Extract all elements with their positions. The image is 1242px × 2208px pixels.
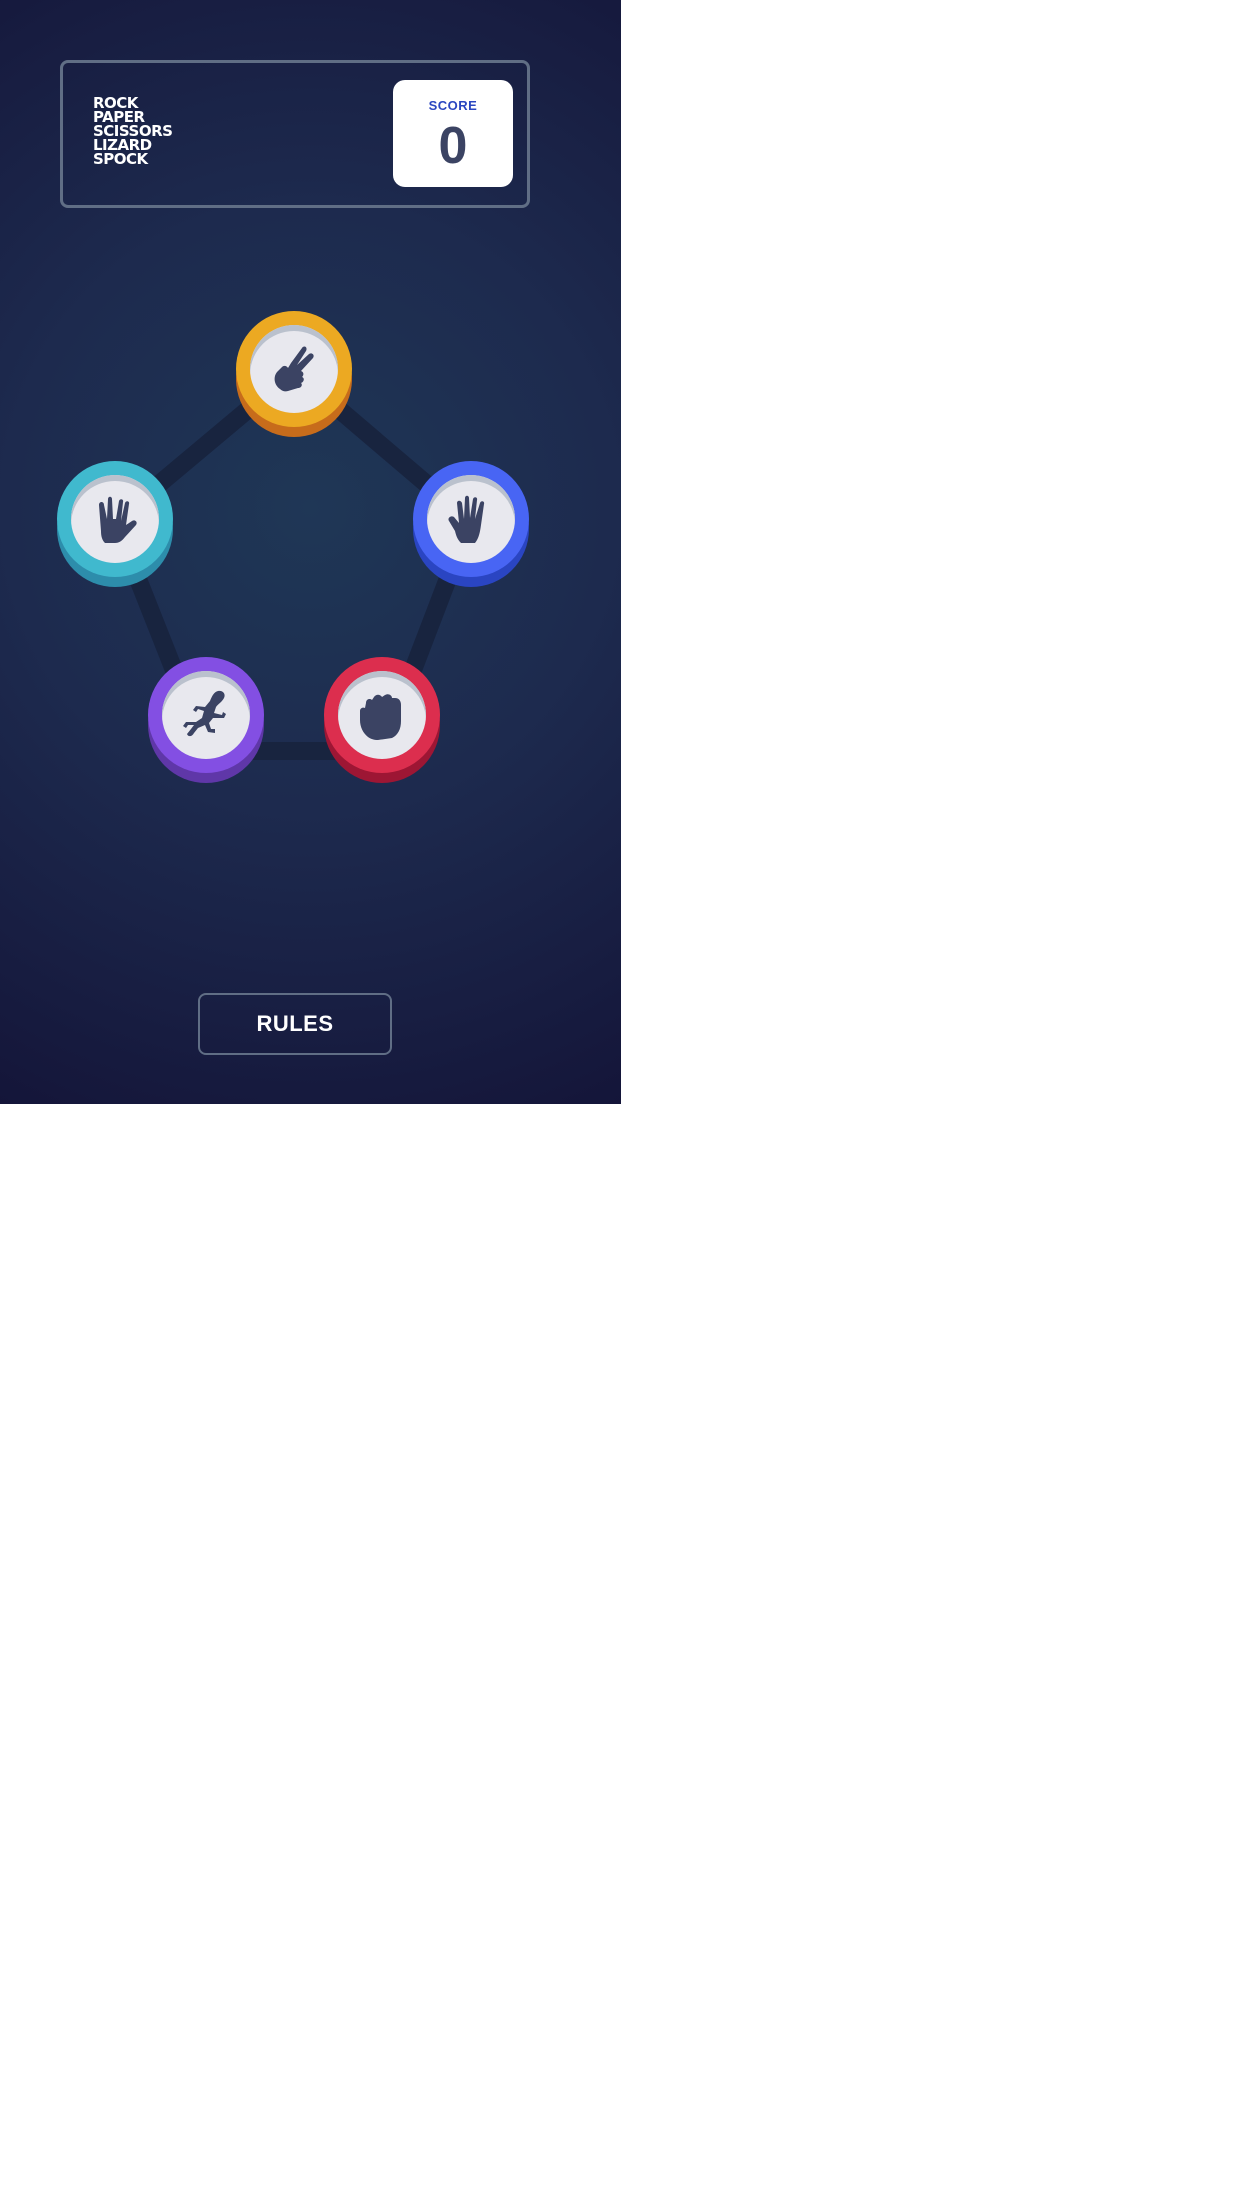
lizard-icon	[183, 690, 226, 737]
rules-button[interactable]: RULES	[198, 993, 392, 1055]
rock-fist-icon	[360, 694, 401, 740]
token-face	[162, 671, 250, 759]
game-screen: ROCK PAPER SCISSORS LIZARD SPOCK SCORE 0	[0, 0, 621, 1104]
token-face	[338, 671, 426, 759]
scissors-hand-icon	[274, 346, 314, 392]
scissors-token[interactable]	[236, 311, 352, 438]
game-board	[0, 0, 621, 1104]
token-face	[427, 475, 515, 563]
paper-hand-icon	[448, 495, 485, 543]
lizard-token[interactable]	[148, 657, 264, 784]
token-face	[71, 475, 159, 563]
token-face	[250, 325, 338, 413]
rock-token[interactable]	[324, 657, 440, 784]
spock-token[interactable]	[57, 461, 173, 588]
paper-token[interactable]	[413, 461, 529, 588]
spock-hand-icon	[99, 496, 137, 543]
